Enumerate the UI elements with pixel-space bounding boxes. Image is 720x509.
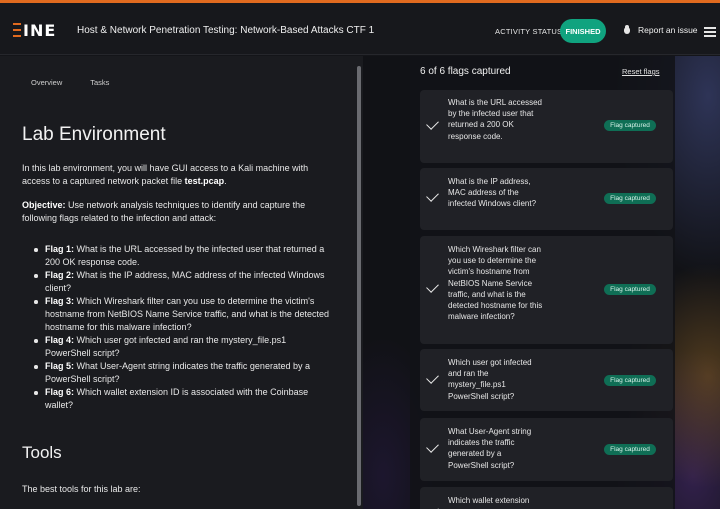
flag-list: Flag 1: What is the URL accessed by the … [33,243,333,412]
flag-card: Which wallet extension [420,487,673,509]
tab-tasks[interactable]: Tasks [90,78,109,87]
flag-card: Which Wireshark filter can you use to de… [420,236,673,344]
tools-heading: Tools [22,443,62,462]
checkmark-icon [426,280,439,293]
activity-status-label: ACTIVITY STATUS: [495,27,565,36]
flags-area: 6 of 6 flags captured Reset flags What i… [363,56,720,509]
app-header: INE Host & Network Penetration Testing: … [0,3,720,55]
flag-card: Which user got infected and ran the myst… [420,349,673,411]
flag-question: Which wallet extension [448,496,530,505]
flag-card: What User-Agent string indicates the tra… [420,418,673,481]
flag-captured-badge: Flag captured [604,193,656,204]
flag-question: What is the IP address, MAC address of t… [448,177,537,209]
flag-captured-badge: Flag captured [604,444,656,455]
hamburger-menu-icon[interactable] [704,27,716,37]
objective-label: Objective: [22,200,66,210]
checkmark-icon [426,440,439,453]
flag-question: Which user got infected and ran the myst… [448,358,532,401]
tab-bar: Overview Tasks [31,78,109,87]
instructions-scrollbar[interactable] [355,56,363,509]
pcap-filename: test.pcap [184,176,225,186]
flag-captured-badge: Flag captured [604,120,656,131]
checkmark-icon [426,117,439,130]
list-item: Flag 5: What User-Agent string indicates… [33,360,333,386]
flag-captured-badge: Flag captured [604,375,656,386]
lab-environment-heading: Lab Environment [22,124,166,145]
list-item: Flag 1: What is the URL accessed by the … [33,243,333,269]
logo-bars-icon [13,23,21,37]
reset-flags-link[interactable]: Reset flags [622,67,660,76]
instructions-panel: Overview Tasks Lab Environment In this l… [0,56,355,509]
checkmark-icon [426,504,439,509]
scrollbar-thumb[interactable] [357,66,361,506]
ine-logo[interactable]: INE [13,20,56,40]
bug-icon [622,25,632,35]
flag-captured-badge: Flag captured [604,284,656,295]
logo-text: INE [23,20,57,40]
flag-card: What is the URL accessed by the infected… [420,90,673,163]
checkmark-icon [426,189,439,202]
intro-paragraph: In this lab environment, you will have G… [22,163,309,186]
flags-captured-count: 6 of 6 flags captured [420,66,511,77]
list-item: Flag 6: Which wallet extension ID is ass… [33,386,333,412]
list-item: Flag 4: Which user got infected and ran … [33,334,333,360]
lab-title: Host & Network Penetration Testing: Netw… [77,25,375,36]
tools-paragraph: The best tools for this lab are: [22,484,141,494]
list-item: Flag 3: Which Wireshark filter can you u… [33,295,333,334]
checkmark-icon [426,371,439,384]
flag-question: Which Wireshark filter can you use to de… [448,245,543,322]
objective-paragraph: Objective: Use network analysis techniqu… [22,200,306,223]
list-item: Flag 2: What is the IP address, MAC addr… [33,269,333,295]
flag-question: What is the URL accessed by the infected… [448,98,542,141]
report-issue-button[interactable]: Report an issue [622,25,698,35]
flag-question: What User-Agent string indicates the tra… [448,427,532,470]
status-badge: FINISHED [560,19,606,43]
tab-overview[interactable]: Overview [31,78,62,87]
flag-card: What is the IP address, MAC address of t… [420,168,673,230]
report-issue-label: Report an issue [638,25,698,35]
